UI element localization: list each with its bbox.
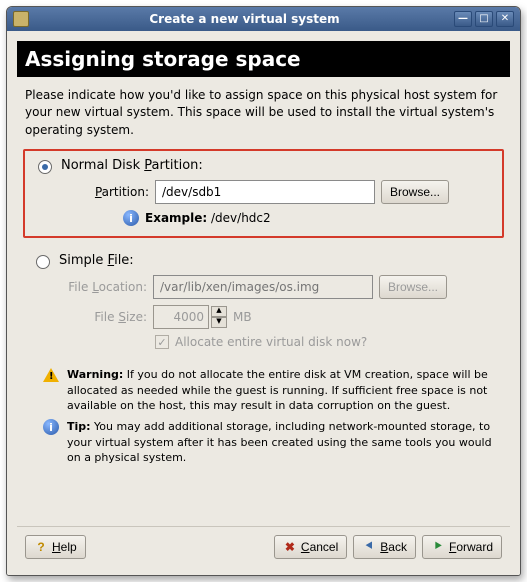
option-partition-group: Normal Disk Partition: Partition: Browse… bbox=[23, 149, 504, 238]
help-button[interactable]: ? Help bbox=[25, 535, 86, 559]
partition-label: Partition: bbox=[63, 185, 149, 199]
file-location-row: File Location: Browse... bbox=[61, 275, 496, 299]
window-title: Create a new virtual system bbox=[35, 12, 454, 26]
file-size-label: File Size: bbox=[61, 310, 147, 324]
warning-icon bbox=[43, 367, 59, 383]
radio-partition-label: Normal Disk Partition: bbox=[61, 158, 203, 173]
back-label: Back bbox=[380, 540, 407, 554]
back-icon: ⯇ bbox=[362, 540, 376, 554]
radio-file[interactable] bbox=[36, 255, 50, 269]
info-icon: i bbox=[43, 419, 59, 435]
size-down-button: ▼ bbox=[211, 317, 227, 328]
info-icon: i bbox=[123, 210, 139, 226]
radio-partition-row[interactable]: Normal Disk Partition: bbox=[33, 157, 494, 174]
allocate-label: Allocate entire virtual disk now? bbox=[175, 335, 367, 349]
tip-note: i Tip: You may add additional storage, i… bbox=[43, 419, 500, 465]
file-size-input bbox=[153, 305, 209, 329]
file-size-spinner: ▲ ▼ MB bbox=[153, 305, 252, 329]
close-button[interactable]: ✕ bbox=[496, 11, 514, 27]
radio-file-label: Simple File: bbox=[59, 253, 134, 268]
option-file-group: Simple File: File Location: Browse... Fi… bbox=[23, 246, 504, 359]
partition-example: i Example: /dev/hdc2 bbox=[123, 210, 494, 226]
file-size-row: File Size: ▲ ▼ MB bbox=[61, 305, 496, 329]
footer: ? Help ✖ Cancel ⯇ Back ⯈ Forward bbox=[17, 526, 510, 567]
example-value: /dev/hdc2 bbox=[211, 211, 271, 225]
partition-browse-button[interactable]: Browse... bbox=[381, 180, 449, 204]
cancel-button[interactable]: ✖ Cancel bbox=[274, 535, 347, 559]
dialog-window: Create a new virtual system — □ ✕ Assign… bbox=[6, 6, 521, 576]
intro-text: Please indicate how you'd like to assign… bbox=[17, 87, 510, 149]
content-area: Assigning storage space Please indicate … bbox=[7, 31, 520, 575]
help-label: Help bbox=[52, 540, 77, 554]
radio-partition[interactable] bbox=[38, 160, 52, 174]
partition-input[interactable] bbox=[155, 180, 375, 204]
forward-icon: ⯈ bbox=[431, 540, 445, 554]
allocate-checkbox: ✓ bbox=[155, 335, 169, 349]
page-heading: Assigning storage space bbox=[17, 41, 510, 77]
file-location-label: File Location: bbox=[61, 280, 147, 294]
forward-label: Forward bbox=[449, 540, 493, 554]
size-up-button: ▲ bbox=[211, 306, 227, 317]
file-browse-button: Browse... bbox=[379, 275, 447, 299]
warning-title: Warning: bbox=[67, 368, 123, 381]
warning-text: If you do not allocate the entire disk a… bbox=[67, 368, 488, 412]
back-button[interactable]: ⯇ Back bbox=[353, 535, 416, 559]
size-unit: MB bbox=[233, 310, 252, 324]
app-icon bbox=[13, 11, 29, 27]
file-location-input bbox=[153, 275, 373, 299]
tip-text: You may add additional storage, includin… bbox=[67, 420, 492, 464]
radio-file-row[interactable]: Simple File: bbox=[31, 252, 496, 269]
forward-button[interactable]: ⯈ Forward bbox=[422, 535, 502, 559]
partition-field-row: Partition: Browse... bbox=[63, 180, 494, 204]
cancel-label: Cancel bbox=[301, 540, 338, 554]
example-label: Example: bbox=[145, 211, 207, 225]
tip-title: Tip: bbox=[67, 420, 91, 433]
warning-note: Warning: If you do not allocate the enti… bbox=[43, 367, 500, 413]
window-controls: — □ ✕ bbox=[454, 11, 514, 27]
allocate-row: ✓ Allocate entire virtual disk now? bbox=[155, 335, 496, 349]
cancel-icon: ✖ bbox=[283, 540, 297, 554]
help-icon: ? bbox=[34, 540, 48, 554]
titlebar[interactable]: Create a new virtual system — □ ✕ bbox=[7, 7, 520, 31]
minimize-button[interactable]: — bbox=[454, 11, 472, 27]
maximize-button[interactable]: □ bbox=[475, 11, 493, 27]
